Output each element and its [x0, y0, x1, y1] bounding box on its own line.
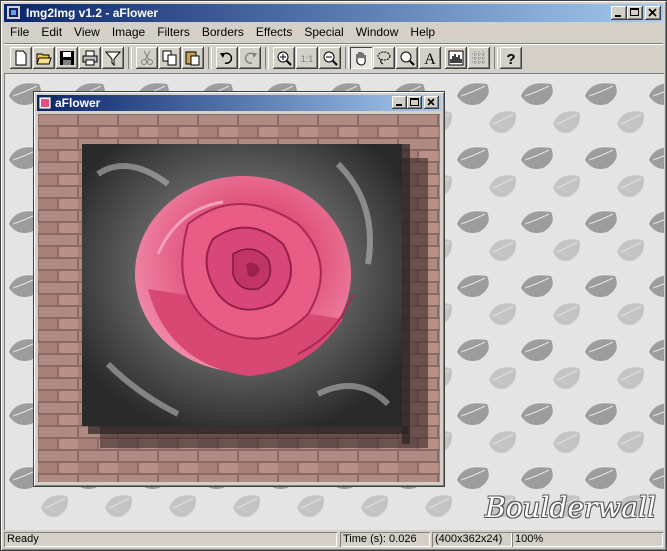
- close-button[interactable]: [645, 6, 661, 20]
- menu-borders[interactable]: Borders: [196, 23, 250, 41]
- zoom-out-icon: [323, 51, 338, 66]
- menu-view[interactable]: View: [68, 23, 106, 41]
- zoom-out-button[interactable]: [319, 47, 341, 69]
- actual-size-label: 1:1: [301, 54, 314, 64]
- new-button[interactable]: [10, 47, 32, 69]
- maximize-button[interactable]: [627, 6, 643, 20]
- grid-button[interactable]: [468, 47, 490, 69]
- open-button[interactable]: [33, 47, 55, 69]
- title-bar[interactable]: Img2Img v1.2 - aFlower: [4, 4, 663, 22]
- zoom-in-button[interactable]: [273, 47, 295, 69]
- status-time-panel: Time (s): 0.026: [340, 532, 430, 547]
- copy-icon: [162, 50, 177, 66]
- actual-size-button[interactable]: 1:1: [296, 47, 318, 69]
- menu-image[interactable]: Image: [106, 23, 151, 41]
- status-message: Ready: [7, 533, 39, 545]
- open-icon: [36, 53, 52, 65]
- save-button[interactable]: [56, 47, 78, 69]
- status-bar: Ready Time (s): 0.026 (400x362x24) 100%: [4, 531, 663, 548]
- document-maximize-button[interactable]: [407, 96, 422, 109]
- menu-file[interactable]: File: [4, 23, 35, 41]
- menu-effects[interactable]: Effects: [250, 23, 298, 41]
- lasso-tool-button[interactable]: [373, 47, 395, 69]
- image-canvas[interactable]: [38, 114, 440, 482]
- toolbar-separator: [265, 47, 269, 69]
- undo-button[interactable]: [216, 47, 238, 69]
- minimize-button[interactable]: [611, 6, 627, 20]
- magnifier-icon: [400, 51, 415, 66]
- actual-size-icon: 1:1: [301, 54, 314, 64]
- help-label: ?: [506, 51, 515, 66]
- print-button[interactable]: [79, 47, 101, 69]
- document-close-button[interactable]: [424, 96, 439, 109]
- redo-icon: [244, 52, 257, 64]
- document-minimize-button[interactable]: [392, 96, 407, 109]
- print-icon: [82, 50, 98, 66]
- hand-icon: [356, 52, 366, 66]
- status-zoom: 100%: [515, 533, 544, 545]
- toolbar-separator: [128, 47, 132, 69]
- paste-icon: [185, 51, 200, 66]
- redo-button[interactable]: [239, 47, 261, 69]
- app-icon: [7, 6, 20, 19]
- toolbar: 1:1 A ?: [4, 43, 663, 72]
- document-window[interactable]: aFlower: [33, 91, 445, 487]
- histogram-icon: [448, 50, 464, 66]
- text-tool-label: A: [424, 51, 436, 66]
- mdi-workspace[interactable]: aFlower Boulderwall: [4, 73, 664, 530]
- status-zoom-panel: 100%: [512, 532, 663, 547]
- status-dimensions-panel: (400x362x24): [432, 532, 512, 547]
- menu-window[interactable]: Window: [350, 23, 405, 41]
- help-button[interactable]: ?: [500, 47, 522, 69]
- cut-button[interactable]: [136, 47, 158, 69]
- toolbar-separator: [494, 47, 498, 69]
- document-title: aFlower: [55, 96, 101, 110]
- menu-help[interactable]: Help: [404, 23, 441, 41]
- hand-tool-button[interactable]: [350, 47, 372, 69]
- lasso-icon: [377, 51, 391, 65]
- document-icon: [39, 97, 51, 109]
- window-title: Img2Img v1.2 - aFlower: [26, 6, 159, 20]
- toolbar-separator: [208, 47, 212, 69]
- copy-button[interactable]: [159, 47, 181, 69]
- help-icon: ?: [506, 51, 515, 66]
- menu-filters[interactable]: Filters: [151, 23, 196, 41]
- menu-edit[interactable]: Edit: [35, 23, 68, 41]
- watermark-text: Boulderwall: [485, 491, 656, 524]
- status-time: Time (s): 0.026: [343, 533, 417, 545]
- funnel-icon: [105, 51, 121, 66]
- zoom-in-icon: [277, 51, 292, 66]
- undo-icon: [220, 52, 233, 64]
- new-icon: [15, 50, 27, 66]
- paste-button[interactable]: [182, 47, 204, 69]
- filter-button[interactable]: [102, 47, 124, 69]
- menu-special[interactable]: Special: [298, 23, 349, 41]
- menu-bar: File Edit View Image Filters Borders Eff…: [4, 23, 663, 41]
- histogram-button[interactable]: [445, 47, 467, 69]
- document-title-bar[interactable]: aFlower: [37, 95, 441, 111]
- status-dimensions: (400x362x24): [435, 533, 503, 545]
- app-window: Img2Img v1.2 - aFlower File Edit View Im…: [0, 0, 667, 551]
- text-tool-button[interactable]: A: [419, 47, 441, 69]
- magnifier-tool-button[interactable]: [396, 47, 418, 69]
- grid-icon: [472, 51, 486, 65]
- status-message-panel: Ready: [4, 532, 337, 547]
- text-icon: A: [424, 51, 436, 66]
- cut-icon: [141, 50, 153, 65]
- toolbar-separator: [345, 47, 349, 69]
- save-icon: [60, 51, 74, 65]
